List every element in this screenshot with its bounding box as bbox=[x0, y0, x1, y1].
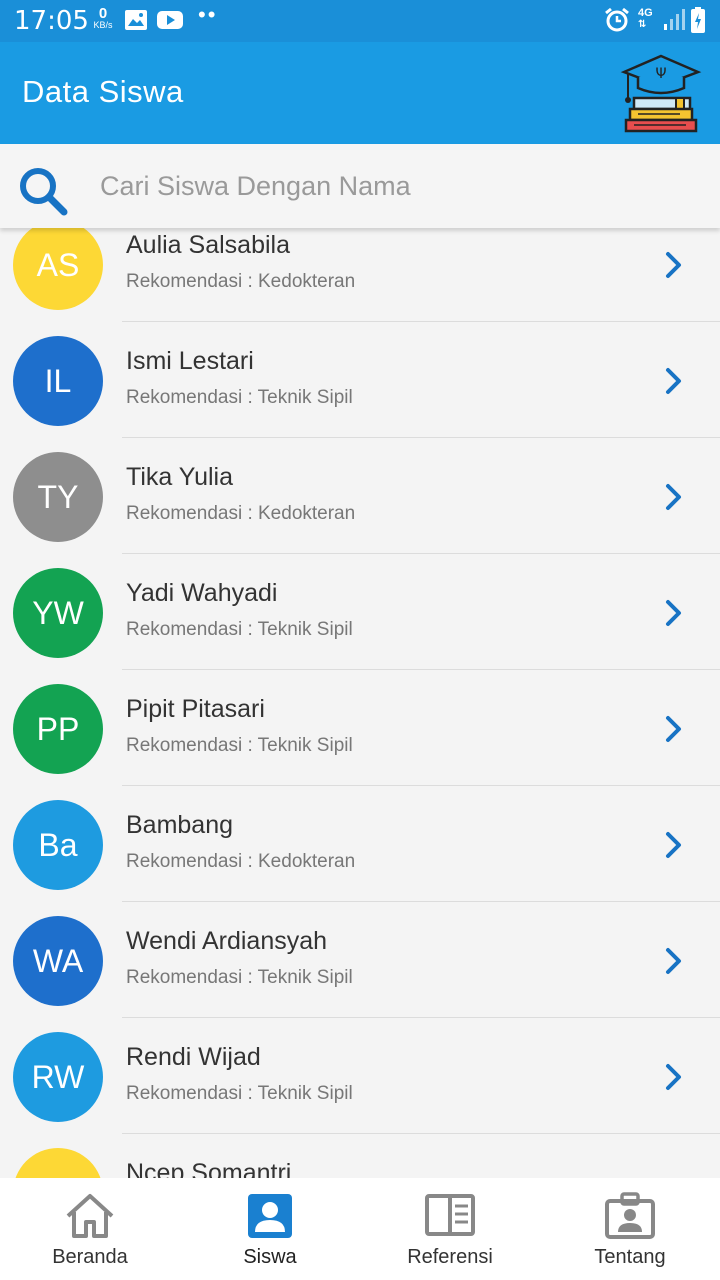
student-recommendation: Rekomendasi : Teknik Sipil bbox=[126, 735, 353, 756]
tab-referensi-label: Referensi bbox=[407, 1246, 493, 1268]
student-avatar: YW bbox=[13, 568, 103, 658]
tab-tentang-label: Tentang bbox=[594, 1246, 666, 1268]
student-name: Ncep Somantri bbox=[126, 1159, 292, 1178]
student-recommendation: Rekomendasi : Teknik Sipil bbox=[126, 967, 353, 988]
student-recommendation: Rekomendasi : Teknik Sipil bbox=[126, 387, 353, 408]
student-avatar: TY bbox=[13, 452, 103, 542]
student-recommendation: Rekomendasi : Teknik Sipil bbox=[126, 619, 353, 640]
svg-text:Ψ: Ψ bbox=[655, 66, 666, 82]
list-divider bbox=[122, 437, 720, 438]
chevron-right-icon[interactable] bbox=[660, 946, 686, 976]
chevron-right-icon[interactable] bbox=[660, 1062, 686, 1092]
student-name: Pipit Pitasari bbox=[126, 695, 265, 723]
chevron-right-icon[interactable] bbox=[660, 366, 686, 396]
graduation-books-icon: Ψ bbox=[620, 54, 702, 133]
chevron-right-icon[interactable] bbox=[660, 830, 686, 860]
student-avatar: RW bbox=[13, 1032, 103, 1122]
tab-beranda-label: Beranda bbox=[52, 1246, 128, 1268]
tab-referensi[interactable]: Referensi bbox=[360, 1178, 540, 1280]
chevron-right-icon[interactable] bbox=[660, 598, 686, 628]
list-divider bbox=[122, 553, 720, 554]
student-list-item[interactable]: PP Pipit Pitasari Rekomendasi : Teknik Sip… bbox=[0, 679, 720, 795]
home-icon bbox=[66, 1194, 114, 1238]
tab-tentang[interactable]: Tentang bbox=[540, 1178, 720, 1280]
student-name: Aulia Salsabila bbox=[126, 231, 290, 259]
student-list: AS Aulia Salsabila Rekomendasi : Kedoktera… bbox=[0, 228, 720, 1178]
network-type: 4G ⇅ bbox=[638, 7, 653, 30]
status-bar: 17:05 0 KB/s •• 4G ⇅ bbox=[0, 0, 720, 42]
list-divider bbox=[122, 669, 720, 670]
tab-siswa[interactable]: Siswa bbox=[180, 1178, 360, 1280]
page-title: Data Siswa bbox=[22, 74, 184, 109]
student-name: Tika Yulia bbox=[126, 463, 234, 491]
more-notifications-icon: •• bbox=[198, 2, 218, 27]
status-time: 17:05 bbox=[14, 6, 89, 36]
student-name: Ismi Lestari bbox=[126, 347, 254, 375]
search-input[interactable] bbox=[100, 164, 700, 208]
list-divider bbox=[122, 785, 720, 786]
id-badge-icon bbox=[605, 1192, 655, 1239]
network-type-label: 4G bbox=[638, 7, 653, 19]
student-list-item[interactable]: RW Rendi Wijad Rekomendasi : Teknik Sipil bbox=[0, 1027, 720, 1143]
chevron-right-icon[interactable] bbox=[660, 250, 686, 280]
app-bar: Data Siswa Ψ bbox=[0, 42, 720, 144]
student-avatar: AS bbox=[13, 228, 103, 310]
student-list-item[interactable]: YW Yadi Wahyadi Rekomendasi : Teknik Sipil bbox=[0, 563, 720, 679]
student-recommendation: Rekomendasi : Kedokteran bbox=[126, 851, 356, 872]
list-divider bbox=[122, 901, 720, 902]
student-recommendation: Rekomendasi : Kedokteran bbox=[126, 503, 356, 524]
search-icon[interactable] bbox=[16, 164, 70, 218]
student-name: Bambang bbox=[126, 811, 234, 839]
signal-icon bbox=[664, 9, 685, 30]
alarm-icon bbox=[605, 7, 629, 32]
list-divider bbox=[122, 321, 720, 322]
student-list-item[interactable]: Ba Bambang Rekomendasi : Kedokteran bbox=[0, 795, 720, 911]
student-list-item[interactable]: TY Tika Yulia Rekomendasi : Kedokteran bbox=[0, 447, 720, 563]
student-avatar: PP bbox=[13, 684, 103, 774]
book-icon bbox=[425, 1194, 475, 1236]
youtube-icon bbox=[157, 11, 183, 29]
bottom-navigation: Beranda Siswa Referensi Tentang bbox=[0, 1178, 720, 1280]
net-speed: 0 KB/s bbox=[90, 6, 116, 30]
student-name: Rendi Wijad bbox=[126, 1043, 261, 1071]
net-speed-value: 0 bbox=[98, 5, 108, 22]
student-list-item[interactable]: WA Wendi Ardiansyah Rekomendasi : Teknik S… bbox=[0, 911, 720, 1027]
student-name: Wendi Ardiansyah bbox=[126, 927, 328, 955]
student-list-item[interactable]: AS Aulia Salsabila Rekomendasi : Kedoktera… bbox=[0, 228, 720, 331]
student-recommendation: Rekomendasi : Kedokteran bbox=[126, 271, 356, 292]
person-icon bbox=[248, 1194, 292, 1238]
image-icon bbox=[125, 10, 147, 30]
student-list-item[interactable]: IL Ismi Lestari Rekomendasi : Teknik Sipil bbox=[0, 331, 720, 447]
student-avatar: IL bbox=[13, 336, 103, 426]
list-divider bbox=[122, 1133, 720, 1134]
battery-icon bbox=[691, 7, 705, 33]
net-speed-unit: KB/s bbox=[93, 20, 113, 30]
tab-siswa-label: Siswa bbox=[243, 1246, 297, 1268]
student-list-item[interactable]: Ncep Somantri bbox=[0, 1143, 720, 1178]
student-name: Yadi Wahyadi bbox=[126, 579, 278, 607]
list-divider bbox=[122, 1017, 720, 1018]
student-avatar bbox=[13, 1148, 103, 1178]
search-bar bbox=[0, 144, 720, 228]
student-avatar: WA bbox=[13, 916, 103, 1006]
chevron-right-icon[interactable] bbox=[660, 714, 686, 744]
chevron-right-icon[interactable] bbox=[660, 482, 686, 512]
student-recommendation: Rekomendasi : Teknik Sipil bbox=[126, 1083, 353, 1104]
tab-beranda[interactable]: Beranda bbox=[0, 1178, 180, 1280]
student-avatar: Ba bbox=[13, 800, 103, 890]
